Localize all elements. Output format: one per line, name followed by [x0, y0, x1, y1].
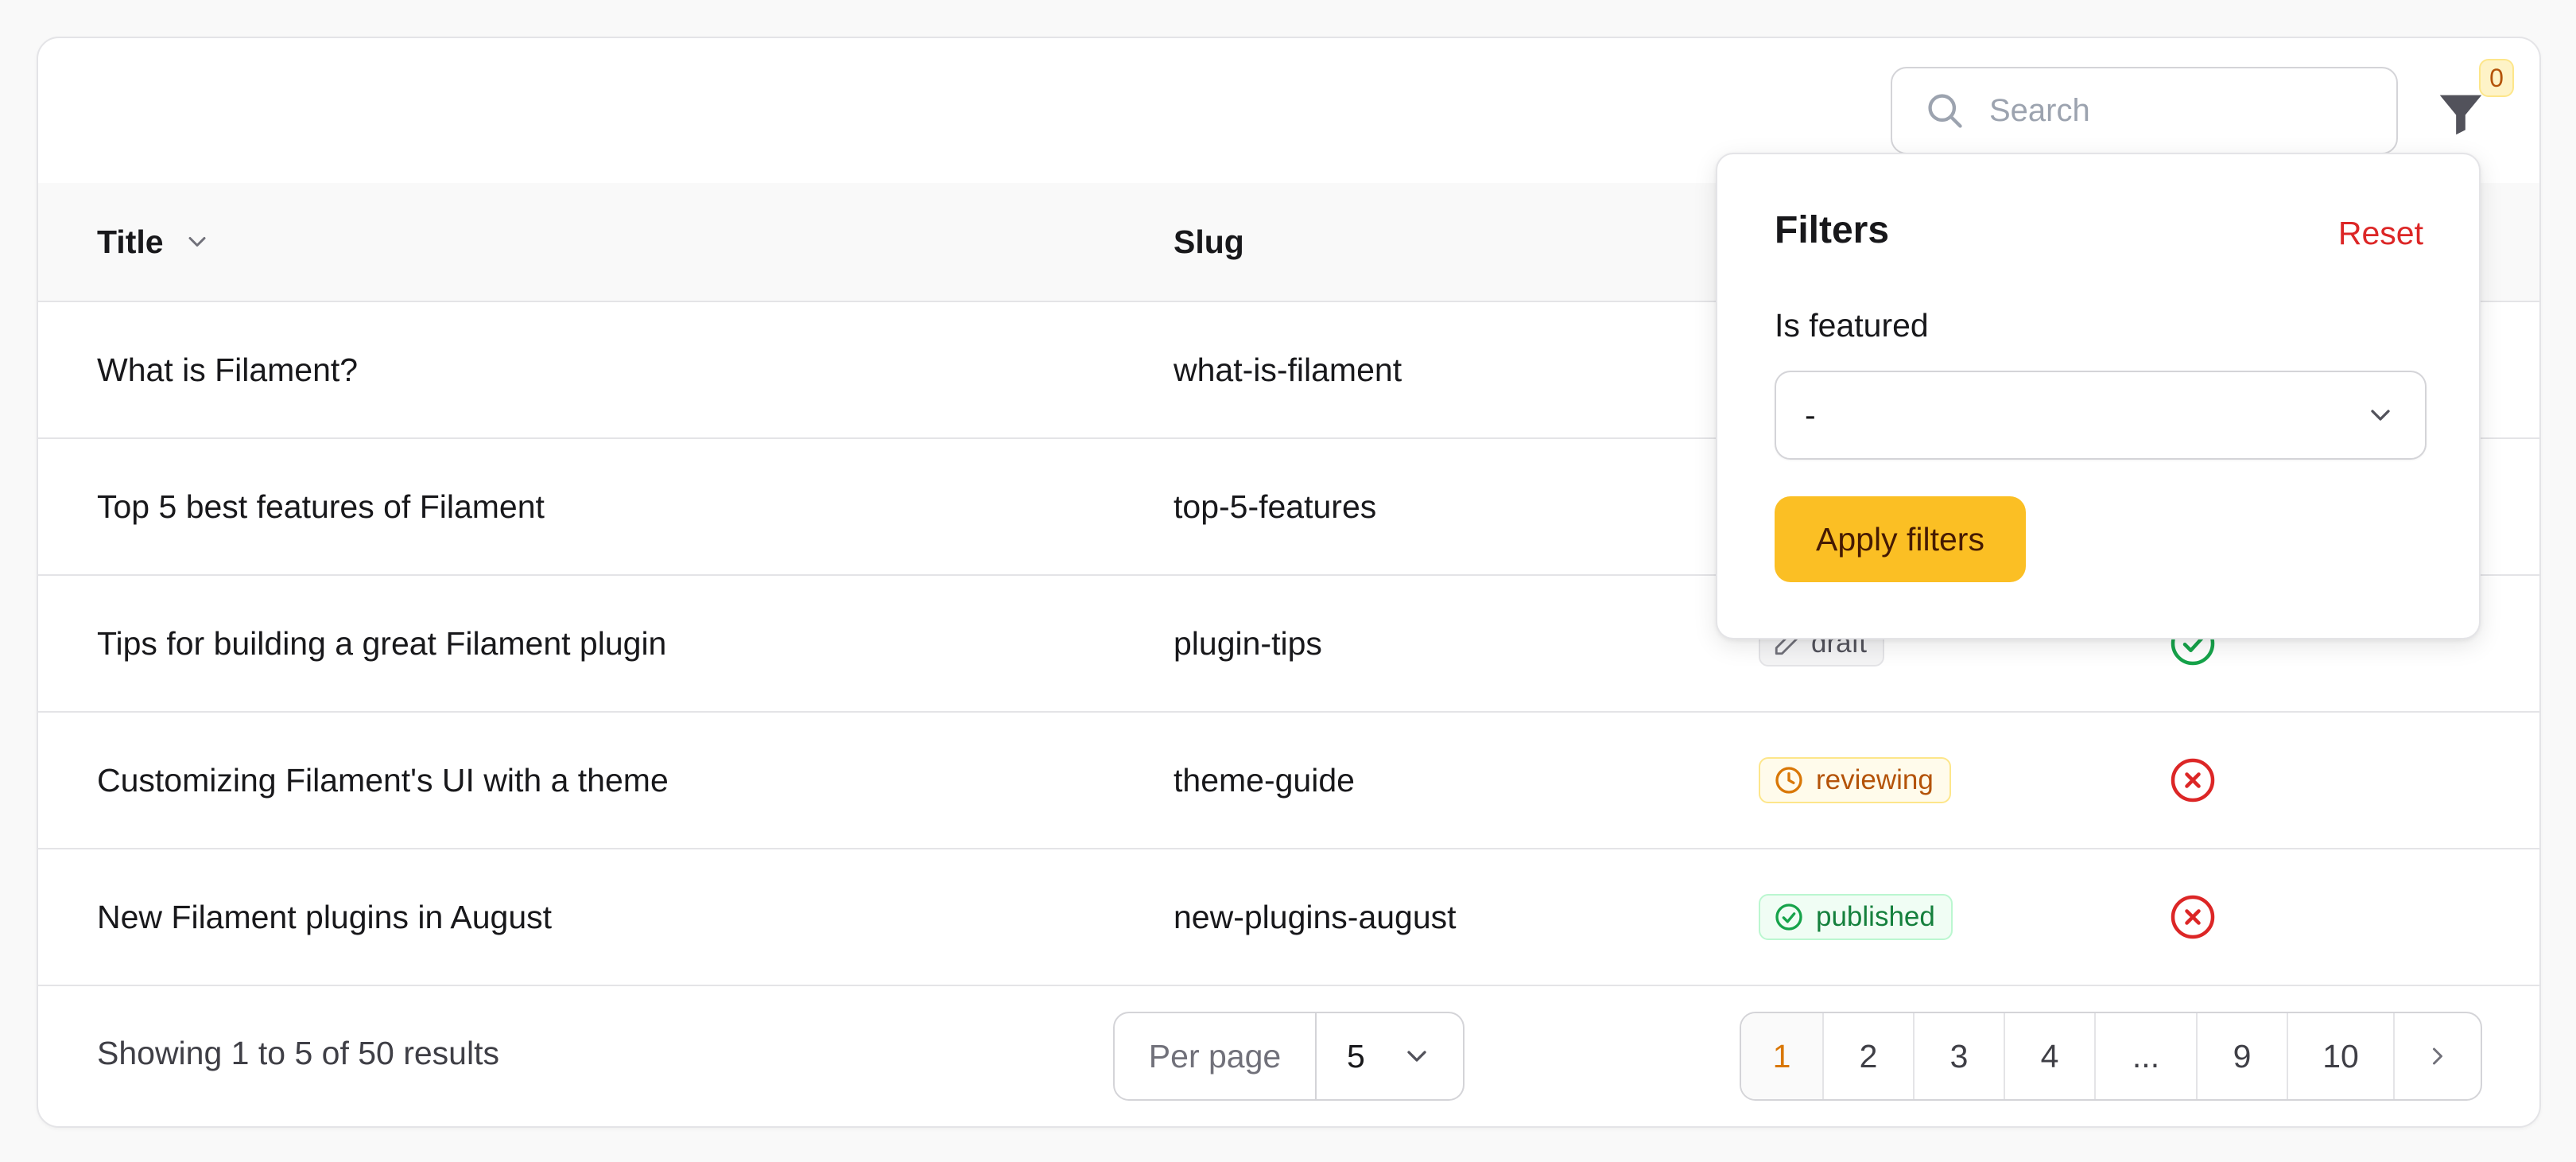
cell-title: Top 5 best features of Filament [97, 488, 545, 525]
cell-title: New Filament plugins in August [97, 898, 553, 935]
filters-dropdown: Filters Reset Is featured - Apply filter… [1716, 153, 2481, 639]
column-header-title[interactable]: Title [97, 183, 211, 301]
cell-title: Tips for building a great Filament plugi… [97, 624, 667, 662]
pagination: 1 2 3 4 ... 9 10 [1740, 1012, 2482, 1101]
column-header-title-label: Title [97, 223, 164, 260]
cell-slug: theme-guide [1174, 761, 1355, 799]
status-badge-label: reviewing [1816, 764, 1934, 795]
is-featured-select[interactable]: - [1775, 371, 2427, 460]
funnel-icon[interactable] [2433, 86, 2489, 142]
page-ellipsis: ... [2096, 1013, 2198, 1099]
per-page-label: Per page [1115, 1013, 1317, 1099]
filter-count-badge: 0 [2479, 59, 2514, 97]
x-circle-icon [2171, 895, 2215, 939]
status-badge: published [1759, 894, 1953, 940]
cell-slug: plugin-tips [1174, 624, 1322, 662]
results-summary: Showing 1 to 5 of 50 results [97, 1034, 499, 1071]
status-badge-label: published [1816, 901, 1935, 932]
page-button-3[interactable]: 3 [1915, 1013, 2005, 1099]
is-featured-label: Is featured [1775, 307, 1929, 344]
search-field[interactable] [1891, 67, 2398, 154]
per-page-control: Per page 5 [1113, 1012, 1465, 1101]
clock-icon [1775, 767, 1802, 794]
x-circle-icon [2171, 758, 2215, 803]
filters-title: Filters [1775, 209, 1890, 251]
search-input[interactable] [1988, 91, 2372, 130]
page-button-10[interactable]: 10 [2288, 1013, 2395, 1099]
chevron-down-icon [2371, 410, 2390, 421]
next-page-button[interactable] [2395, 1013, 2481, 1099]
cell-slug: top-5-features [1174, 488, 1377, 525]
search-icon [1928, 94, 1962, 128]
cell-slug: new-plugins-august [1174, 898, 1457, 935]
page-button-9[interactable]: 9 [2198, 1013, 2288, 1099]
cell-status: published [1759, 849, 1953, 985]
table-row[interactable]: New Filament plugins in August new-plugi… [38, 849, 2539, 986]
cell-featured [2169, 713, 2217, 848]
chevron-down-icon [1407, 1051, 1426, 1062]
cell-featured [2169, 849, 2217, 985]
column-header-slug: Slug [1174, 223, 1244, 260]
cell-status: reviewing [1759, 713, 1951, 848]
status-badge: reviewing [1759, 757, 1951, 803]
cell-title: What is Filament? [97, 351, 359, 388]
page-button-4[interactable]: 4 [2005, 1013, 2096, 1099]
chevron-down-icon [188, 237, 206, 247]
table-footer: Showing 1 to 5 of 50 results Per page 5 … [38, 980, 2539, 1126]
reset-filters-link[interactable]: Reset [2338, 215, 2423, 252]
table-row[interactable]: Customizing Filament's UI with a theme t… [38, 713, 2539, 849]
per-page-select[interactable]: 5 [1317, 1013, 1463, 1099]
page-button-2[interactable]: 2 [1824, 1013, 1915, 1099]
chevron-right-icon [2433, 1047, 2442, 1065]
page-button-1[interactable]: 1 [1741, 1013, 1824, 1099]
cell-slug: what-is-filament [1174, 351, 1402, 388]
is-featured-value: - [1805, 396, 1816, 433]
apply-filters-button[interactable]: Apply filters [1775, 496, 2026, 582]
per-page-value: 5 [1347, 1037, 1365, 1075]
cell-title: Customizing Filament's UI with a theme [97, 761, 669, 799]
check-circle-icon [1775, 904, 1802, 931]
